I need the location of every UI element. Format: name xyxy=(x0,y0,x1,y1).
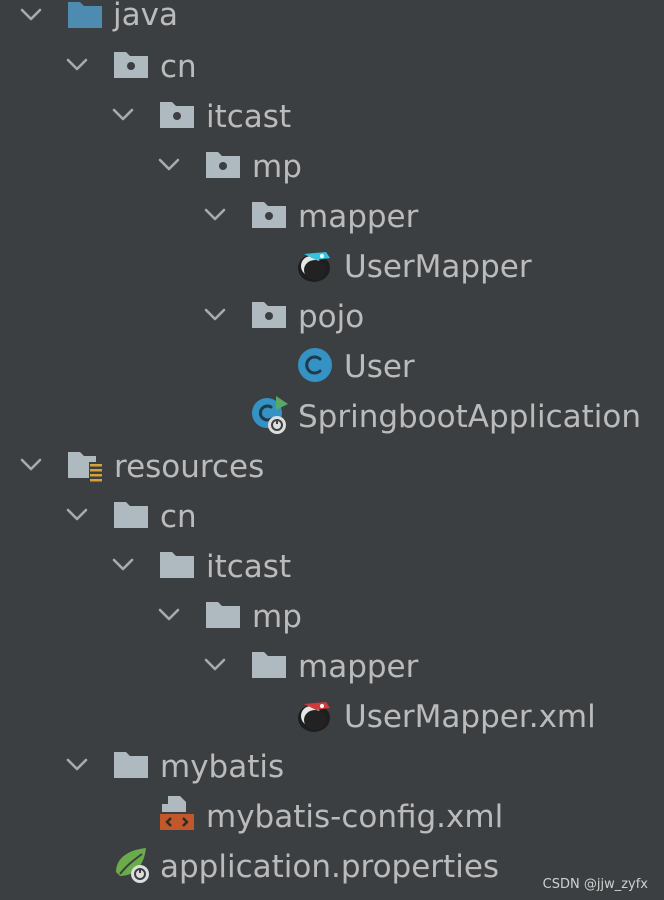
tree-item-user[interactable]: User xyxy=(0,348,664,400)
tree-item-mp[interactable]: mp xyxy=(0,149,664,200)
package-icon xyxy=(250,296,288,334)
tree-item-usermapper-xml[interactable]: UserMapper.xml xyxy=(0,699,664,750)
tree-item-pojo[interactable]: pojo xyxy=(0,299,664,350)
spring-properties-icon xyxy=(112,846,150,884)
folder-icon xyxy=(250,646,288,684)
chevron-down-icon[interactable] xyxy=(110,102,136,128)
chevron-down-icon[interactable] xyxy=(202,302,228,328)
folder-icon xyxy=(112,496,150,534)
chevron-down-icon[interactable] xyxy=(64,52,90,78)
chevron-down-icon[interactable] xyxy=(110,552,136,578)
tree-item-mapper[interactable]: mapper xyxy=(0,199,664,250)
tree-item-label: pojo xyxy=(298,299,365,335)
package-icon xyxy=(204,146,242,184)
package-icon xyxy=(250,196,288,234)
package-icon xyxy=(112,46,150,84)
chevron-down-icon[interactable] xyxy=(64,752,90,778)
tree-item-label: cn xyxy=(160,499,197,535)
spring-boot-application-icon xyxy=(250,396,288,434)
tree-item-itcast[interactable]: itcast xyxy=(0,549,664,600)
chevron-down-icon[interactable] xyxy=(156,602,182,628)
package-icon xyxy=(158,96,196,134)
chevron-down-icon[interactable] xyxy=(18,2,44,28)
chevron-down-icon[interactable] xyxy=(156,152,182,178)
project-tree: java cn itcast mp mapper UserMapper pojo… xyxy=(0,0,664,900)
tree-item-mp[interactable]: mp xyxy=(0,599,664,650)
folder-icon xyxy=(158,546,196,584)
tree-item-label: application.properties xyxy=(160,849,500,885)
source-folder-icon xyxy=(66,0,104,32)
tree-item-label: java xyxy=(113,0,178,33)
tree-item-mybatis-config-xml[interactable]: mybatis-config.xml xyxy=(0,796,664,850)
tree-item-label: itcast xyxy=(206,549,292,585)
xml-file-icon xyxy=(158,794,196,832)
mybatis-mapper-xml-icon xyxy=(296,696,334,734)
chevron-down-icon[interactable] xyxy=(202,202,228,228)
tree-item-label: mp xyxy=(252,599,302,635)
chevron-down-icon[interactable] xyxy=(64,502,90,528)
tree-item-itcast[interactable]: itcast xyxy=(0,99,664,150)
tree-item-mybatis[interactable]: mybatis xyxy=(0,749,664,800)
tree-item-mapper[interactable]: mapper xyxy=(0,649,664,700)
watermark: CSDN @jjw_zyfx xyxy=(542,877,648,892)
tree-item-label: User xyxy=(344,349,415,385)
tree-item-label: SpringbootApplication xyxy=(298,399,642,435)
class-icon xyxy=(296,346,334,384)
resources-folder-icon xyxy=(66,446,104,484)
tree-item-label: UserMapper.xml xyxy=(344,699,596,735)
tree-item-label: mapper xyxy=(298,199,419,235)
chevron-down-icon[interactable] xyxy=(202,652,228,678)
tree-item-cn[interactable]: cn xyxy=(0,49,664,100)
folder-icon xyxy=(112,746,150,784)
chevron-down-icon[interactable] xyxy=(18,452,44,478)
folder-icon xyxy=(204,596,242,634)
tree-item-java[interactable]: java xyxy=(0,0,664,50)
tree-item-label: itcast xyxy=(206,99,292,135)
tree-item-label: mapper xyxy=(298,649,419,685)
tree-item-resources[interactable]: resources xyxy=(0,449,664,500)
tree-item-cn[interactable]: cn xyxy=(0,499,664,550)
tree-item-label: resources xyxy=(114,449,265,485)
tree-item-label: cn xyxy=(160,49,197,85)
tree-item-application-properties[interactable]: application.properties xyxy=(0,848,664,900)
tree-item-label: mp xyxy=(252,149,302,185)
tree-item-label: UserMapper xyxy=(344,249,532,285)
mybatis-mapper-interface-icon xyxy=(296,246,334,284)
tree-item-label: mybatis xyxy=(160,749,285,785)
tree-item-springbootapplication[interactable]: SpringbootApplication xyxy=(0,396,664,450)
tree-item-label: mybatis-config.xml xyxy=(206,799,504,835)
tree-item-usermapper[interactable]: UserMapper xyxy=(0,249,664,300)
